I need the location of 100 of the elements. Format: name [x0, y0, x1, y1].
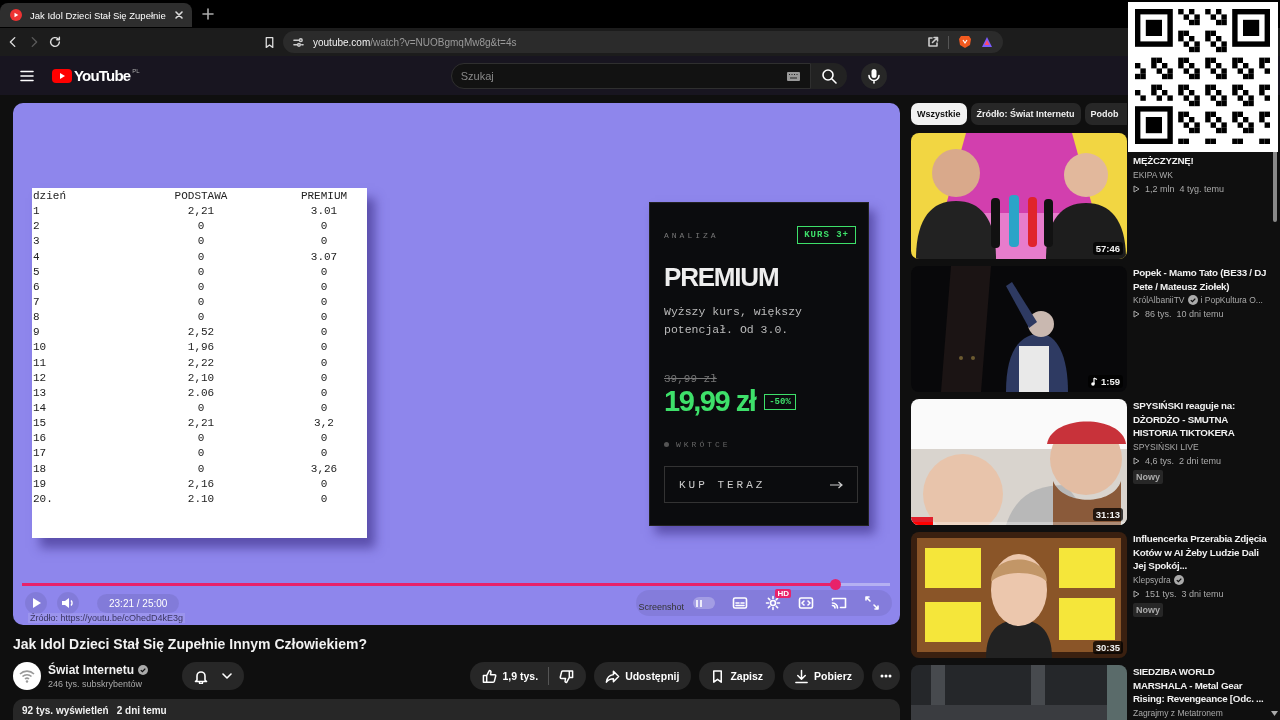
column-header: dzień [33, 189, 67, 204]
play-outline-icon [1133, 310, 1140, 318]
channel-avatar[interactable] [13, 662, 41, 690]
close-icon[interactable] [173, 10, 184, 20]
search-button[interactable] [810, 62, 847, 89]
more-button[interactable] [872, 662, 900, 690]
screenshot-label: Screenshot [638, 602, 684, 612]
table-cell: 3,2 [314, 416, 334, 432]
cast-icon[interactable] [831, 595, 847, 611]
upload-age: 2 dni temu [116, 705, 167, 716]
description-box[interactable]: 92 tys. wyświetleń 2 dni temu [13, 699, 900, 720]
upload-age: 10 dni temu [1176, 309, 1224, 319]
volume-icon[interactable] [57, 592, 79, 614]
bookmark-icon[interactable] [263, 35, 276, 49]
video-player[interactable] [13, 103, 900, 625]
duration-badge: 1:59 [1088, 375, 1123, 388]
save-button[interactable]: Zapisz [699, 662, 776, 690]
settings-icon[interactable] [765, 595, 781, 611]
notifications-button[interactable] [182, 662, 244, 690]
table-cell: 0 [197, 219, 205, 235]
table-cell: 0 [197, 446, 205, 462]
scrollbar-thumb[interactable] [1273, 150, 1277, 222]
video-title[interactable]: Influencerka Przerabia Zdjęcia Kotów w AI Żeby Ludzie Dali Jej Spokój... [1133, 532, 1270, 573]
miniplayer-icon[interactable] [798, 595, 814, 611]
table-cell: 3.07 [310, 249, 338, 265]
channel-name[interactable]: Klepsydra [1133, 574, 1171, 585]
subtitles-icon[interactable] [732, 595, 748, 611]
table-cell: 0 [320, 264, 328, 280]
like-count[interactable]: 1,9 tys. [502, 670, 539, 682]
fullscreen-icon[interactable] [864, 595, 880, 611]
video-title[interactable]: SPYSIŃSKI reaguje na: DŻORDŻO - SMUTNA HISTORIA TIKTOKERA [1133, 399, 1270, 440]
table-cell-text: 20. [33, 491, 54, 507]
table-cell: 0 [320, 385, 328, 401]
buy-button[interactable]: KUP TERAZ [664, 466, 858, 503]
search-field[interactable]: Szukaj [450, 62, 811, 89]
filter-chip[interactable]: Wszystkie [911, 103, 967, 125]
download-button[interactable]: Pobierz [783, 662, 864, 690]
channel-name[interactable]: Zagrajmy z Metatronem [1133, 707, 1223, 718]
table-cell: 0 [197, 264, 205, 280]
address-field[interactable]: youtube.com/watch?v=NUOBgmqMw8g&t=4s [283, 31, 1003, 53]
share-button[interactable]: Udostępnij [594, 662, 692, 690]
table-cell-text: 2 [33, 219, 41, 235]
table-cell: 2,10 [187, 370, 215, 386]
table-cell-text: 3 [33, 234, 41, 250]
table-cell: 0 [197, 431, 205, 447]
plus-icon[interactable] [201, 8, 214, 20]
thumbs-down-icon[interactable] [559, 668, 575, 684]
site-info-icon[interactable] [293, 36, 304, 48]
share-page-icon[interactable] [927, 36, 939, 48]
channel-name[interactable]: i PopKultura O... [1200, 295, 1263, 305]
shield-icon[interactable] [958, 35, 972, 49]
view-count: 1,2 mln [1145, 183, 1175, 194]
new-badge: Nowy [1133, 602, 1163, 617]
subscriber-count: 246 tys. subskrybentów [48, 679, 144, 689]
browser-tab[interactable]: Jak Idol Dzieci Stał Się Zupełnie [0, 3, 192, 27]
duration-badge: 30:35 [1092, 641, 1123, 654]
video-title[interactable]: SIEDZIBA WORLD MARSHALA - Metal Gear Rising: Revengeance [Odc. ... [1133, 665, 1270, 706]
table-cell: 3,26 [310, 461, 338, 477]
scroll-down-icon[interactable] [1271, 711, 1278, 716]
progress-handle[interactable] [830, 579, 842, 590]
thumbs-up-icon[interactable] [481, 668, 497, 684]
channel-name[interactable]: KrólAlbaniiTV [1133, 295, 1185, 305]
menu-icon[interactable] [20, 69, 34, 82]
table-cell-text: 7 [33, 295, 41, 310]
chevron-down-icon [222, 673, 232, 679]
table-cell-text: 16 [33, 431, 48, 447]
autoplay-toggle[interactable] [693, 597, 715, 609]
filter-chip[interactable]: Źródło: Świat Internetu [970, 103, 1081, 125]
table-cell-text: 12 [33, 370, 48, 386]
table-cell: 0 [320, 491, 328, 507]
price: 19,99 zł [664, 385, 756, 418]
table-cell: 2,16 [187, 476, 215, 492]
like-dislike-control[interactable]: 1,9 tys. [469, 662, 587, 690]
youtube-logo[interactable]: YouTube$^{PL}$ [52, 67, 140, 84]
channel-name[interactable]: Świat Internetu [48, 663, 134, 677]
table-cell-text: 6 [33, 279, 41, 295]
video-title[interactable]: Popek - Mamo Tato (BE33 / DJ Pete / Mateusz Ziołek) [1133, 266, 1270, 293]
table-cell-text: 14 [33, 400, 48, 416]
keyboard-icon[interactable] [786, 71, 800, 81]
voice-search-button[interactable] [860, 62, 887, 89]
table-cell: 2.06 [187, 385, 215, 401]
video-title[interactable]: MĘŻCZYZNĘ! [1133, 154, 1270, 168]
table-cell-text: 0 [320, 400, 328, 416]
view-count: 4,6 tys. [1145, 455, 1174, 466]
channel-name[interactable]: EKIPA WK [1133, 169, 1173, 180]
triangle-icon[interactable] [981, 36, 993, 48]
download-icon [794, 668, 810, 684]
new-badge: Nowy [1133, 469, 1163, 484]
arrow-right-icon [829, 480, 843, 489]
table-cell: 0 [197, 234, 205, 250]
play-icon[interactable] [25, 592, 47, 614]
table-cell: 2,21 [187, 416, 215, 432]
table-cell-text: 1 [33, 204, 41, 220]
more-icon [880, 674, 892, 678]
filter-chip[interactable]: Podob [1084, 103, 1127, 125]
channel-name[interactable]: SPYSIŃSKI LIVE [1133, 441, 1199, 452]
table-cell: 3.01 [310, 204, 338, 220]
reload-icon[interactable] [48, 35, 62, 49]
bell-icon [194, 668, 208, 684]
offer-title: PREMIUM [664, 262, 779, 293]
